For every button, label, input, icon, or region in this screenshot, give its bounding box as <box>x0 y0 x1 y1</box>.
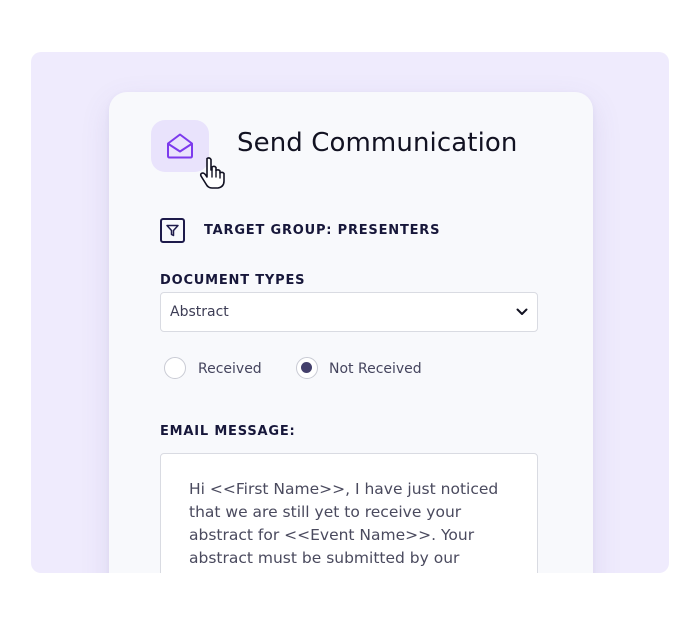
filter-icon <box>166 224 179 237</box>
radio-received-label: Received <box>198 361 262 377</box>
page-title: Send Communication <box>237 128 518 158</box>
send-communication-card: Send Communication TARGET GROUP: PRESENT… <box>109 92 593 573</box>
radio-not-received[interactable] <box>296 357 318 379</box>
background-panel: Send Communication TARGET GROUP: PRESENT… <box>31 52 669 573</box>
document-type-selected-value: Abstract <box>170 304 229 320</box>
radio-selected-dot <box>301 362 312 373</box>
target-group-label: TARGET GROUP: PRESENTERS <box>204 223 441 238</box>
hand-pointer-icon <box>199 157 225 189</box>
target-group-filter[interactable] <box>160 218 185 243</box>
email-message-body: Hi <<First Name>>, I have just noticed t… <box>189 480 499 573</box>
envelope-open-icon <box>167 133 193 159</box>
radio-received[interactable] <box>164 357 186 379</box>
email-message-label: EMAIL MESSAGE: <box>160 424 296 439</box>
chevron-down-icon <box>516 308 528 315</box>
radio-not-received-label: Not Received <box>329 361 422 377</box>
document-types-label: DOCUMENT TYPES <box>160 273 306 288</box>
email-message-textarea[interactable]: Hi <<First Name>>, I have just noticed t… <box>160 453 538 573</box>
document-type-select[interactable]: Abstract <box>160 292 538 332</box>
